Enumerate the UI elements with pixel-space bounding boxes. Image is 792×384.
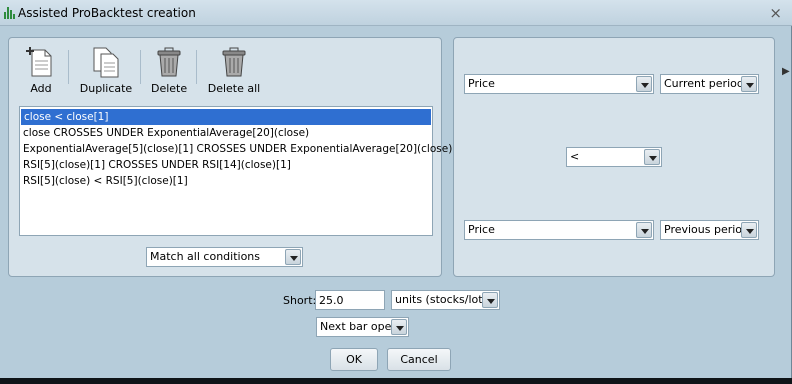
add-document-icon [26, 47, 52, 77]
delete-button[interactable]: Delete [151, 46, 187, 95]
toolbar-separator [140, 50, 141, 84]
ok-button[interactable]: OK [330, 348, 378, 371]
trash-all-icon [222, 47, 246, 77]
add-label: Add [30, 82, 52, 95]
short-quantity-input[interactable] [315, 290, 385, 310]
chevron-down-icon[interactable] [644, 149, 660, 165]
conditions-list[interactable]: close < close[1] close CROSSES UNDER Exp… [19, 106, 467, 236]
top-period-select[interactable]: Current period [660, 74, 759, 94]
scroll-right-icon[interactable]: ▶ [782, 66, 792, 82]
match-conditions-select[interactable]: Match all conditions [146, 247, 303, 267]
bottom-period-select[interactable]: Previous period [660, 220, 759, 240]
duplicate-label: Duplicate [79, 82, 133, 95]
chevron-down-icon[interactable] [741, 222, 757, 238]
top-source-value: Price [468, 77, 495, 90]
backtest-dialog: Assisted ProBacktest creation × Add Dupl… [0, 0, 792, 382]
execution-select[interactable]: Next bar open [316, 317, 409, 337]
conditions-panel: Add Duplicate Delete Delete all close < … [8, 37, 467, 277]
condition-item[interactable]: close < close[1] [21, 109, 431, 125]
window-title: Assisted ProBacktest creation [18, 6, 196, 20]
condition-item[interactable]: close CROSSES UNDER ExponentialAverage[2… [20, 125, 432, 141]
delete-label: Delete [151, 82, 188, 95]
condition-item[interactable]: ExponentialAverage[5](close)[1] CROSSES … [20, 141, 467, 157]
cancel-button[interactable]: Cancel [387, 348, 451, 371]
chevron-down-icon[interactable] [741, 76, 757, 92]
execution-value: Next bar open [320, 320, 399, 333]
match-conditions-value: Match all conditions [150, 250, 260, 263]
chevron-down-icon[interactable] [391, 319, 407, 335]
bottom-source-value: Price [468, 223, 495, 236]
bottom-period-value: Previous period [664, 223, 750, 236]
toolbar-separator [68, 50, 69, 84]
close-icon[interactable]: × [769, 4, 782, 22]
duplicate-icon [93, 47, 119, 78]
chevron-down-icon[interactable] [285, 249, 301, 265]
condition-editor-panel: Price Current period < Price Previous pe… [453, 37, 775, 277]
duplicate-button[interactable]: Duplicate [79, 46, 133, 95]
top-period-value: Current period [664, 77, 744, 90]
bottom-source-select[interactable]: Price [464, 220, 654, 240]
trash-icon [157, 47, 181, 77]
short-label: Short: [283, 294, 317, 307]
condition-item[interactable]: RSI[5](close) < RSI[5](close)[1] [20, 173, 432, 189]
operator-select[interactable]: < [566, 147, 662, 167]
chart-app-icon [4, 7, 16, 19]
condition-item[interactable]: RSI[5](close)[1] CROSSES UNDER RSI[14](c… [20, 157, 432, 173]
operator-value: < [570, 150, 580, 163]
units-value: units (stocks/lots) [395, 293, 493, 306]
chevron-down-icon[interactable] [636, 76, 652, 92]
delete-all-button[interactable]: Delete all [207, 46, 261, 95]
delete-all-label: Delete all [207, 82, 261, 95]
chevron-down-icon[interactable] [636, 222, 652, 238]
units-select[interactable]: units (stocks/lots) [391, 290, 500, 310]
toolbar-separator [196, 50, 197, 84]
title-bar[interactable]: Assisted ProBacktest creation × [0, 0, 792, 26]
chevron-down-icon[interactable] [482, 292, 498, 308]
add-button[interactable]: Add [23, 46, 59, 95]
background-chart-strip [0, 378, 792, 384]
top-source-select[interactable]: Price [464, 74, 654, 94]
